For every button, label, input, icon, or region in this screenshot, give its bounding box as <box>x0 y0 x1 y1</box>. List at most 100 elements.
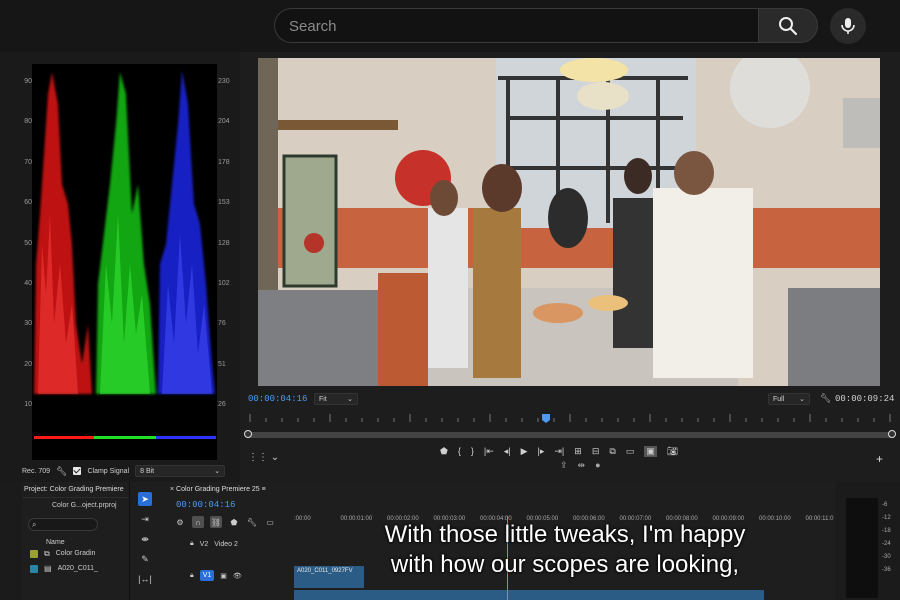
playhead-timecode[interactable]: 00:00:04:16 <box>248 394 307 404</box>
ripple-edit-icon[interactable]: ⇼ <box>138 532 152 546</box>
eye-icon[interactable]: 👁︎ <box>233 572 242 580</box>
timeline-timecode[interactable]: 00:00:04:16 <box>176 500 235 510</box>
search-icon: ⌕ <box>32 520 37 529</box>
name-column-header[interactable]: Name <box>22 531 129 546</box>
subtitle-line: With those little tweaks, I'm happy <box>384 521 746 548</box>
zoom-value: Fit <box>319 395 327 403</box>
scope-scale-label: 50 <box>24 239 32 247</box>
camera-icon[interactable]: 📷︎ <box>667 446 678 457</box>
resolution-value: Full <box>773 395 785 403</box>
bit-depth-value: 8 Bit <box>140 467 155 475</box>
lift-icon[interactable]: ⊞ <box>574 446 582 457</box>
tools-panel: ➤ ⇥ ⇼ ✎ |↔| <box>130 482 160 600</box>
scope-scale-label: 20 <box>24 360 32 368</box>
chevron-down-icon: ⌄ <box>214 468 221 475</box>
premiere-editor: Rec. 709 🔧︎ Clamp Signal 8 Bit ⌄ 90 80 70 60… <box>0 52 900 600</box>
chevron-down-icon: ⌄ <box>347 396 353 403</box>
scope-scale-label: 26 <box>218 401 226 409</box>
linked-selection-icon[interactable]: ⛓ <box>210 516 222 528</box>
marker-icon[interactable]: ⬟ <box>228 516 240 528</box>
duration-timecode: 00:00:09:24 <box>835 394 895 404</box>
meter-scale-label: -30 <box>882 554 891 560</box>
play-icon[interactable]: ▶ <box>521 446 528 457</box>
lock-icon[interactable]: 🔒︎ <box>190 572 194 580</box>
transport-controls-secondary: ⇪ ⇹ ● <box>560 460 601 471</box>
meter-scale-label: -24 <box>882 541 891 547</box>
snap-icon[interactable]: ∩ <box>192 516 204 528</box>
project-item[interactable]: ▤ A020_C011_ <box>22 561 129 576</box>
scope-scale-label: 80 <box>24 118 32 126</box>
settings-grid-icon[interactable]: ⋮⋮ ⌄ <box>248 452 279 463</box>
nest-icon[interactable]: ⚙ <box>174 516 186 528</box>
extract-icon[interactable]: ⊟ <box>592 446 600 457</box>
mark-out-icon[interactable]: } <box>471 446 474 456</box>
monitor-time-ruler[interactable] <box>246 410 894 426</box>
monitor-controls-top: 00:00:04:16 Fit ⌄ Full ⌄ 🔧︎ 00:00:09:24 <box>240 392 900 408</box>
track-label: V2 <box>199 540 209 548</box>
scope-scale-label: 128 <box>218 239 230 247</box>
color-standard-label[interactable]: Rec. 709 <box>22 468 50 475</box>
search-input[interactable] <box>289 17 729 35</box>
mark-in-icon[interactable]: { <box>458 446 461 456</box>
wrench-icon[interactable]: 🔧︎ <box>820 393 831 404</box>
track-header-v1: 🔒︎ V1 ▣ 👁︎ <box>190 570 242 581</box>
chevron-down-icon: ⌄ <box>799 396 805 403</box>
resolution-select[interactable]: Full ⌄ <box>768 393 810 405</box>
razor-icon[interactable]: ✎ <box>138 552 152 566</box>
selection-tool-icon[interactable]: ➤ <box>138 492 152 506</box>
project-tab[interactable]: Project: Color Grading Premiere <box>22 482 129 498</box>
go-to-in-icon[interactable]: |⇤ <box>484 446 494 457</box>
sequence-tab[interactable]: × Color Grading Premiere 25 ≡ <box>160 482 836 498</box>
transport-controls: ⬟ { } |⇤ ◂| ▶ |▸ ⇥| ⊞ ⊟ ⧉ ▭ ▣ 📷︎ <box>440 444 760 458</box>
voice-search-button[interactable] <box>830 8 866 44</box>
program-monitor: 00:00:04:16 Fit ⌄ Full ⌄ 🔧︎ 00:00:09:24 ⬟ … <box>240 52 900 482</box>
search-button[interactable] <box>758 8 818 43</box>
scrub-handle-left[interactable] <box>244 430 252 438</box>
step-back-icon[interactable]: ◂| <box>504 446 511 457</box>
search-box[interactable] <box>274 8 758 43</box>
search-icon <box>779 16 798 35</box>
sequence-icon: ⧉ <box>44 548 50 558</box>
scope-scale-label: 10 <box>24 401 32 409</box>
audio-meter-bar <box>846 498 878 598</box>
compare-icon[interactable]: ⧉ <box>609 446 615 457</box>
project-panel: Project: Color Grading Premiere Color G.… <box>22 482 130 600</box>
slip-icon[interactable]: |↔| <box>138 572 152 586</box>
scope-scale-label: 76 <box>218 320 226 328</box>
proxy-toggle-icon[interactable]: ▣ <box>644 445 657 457</box>
lumetri-scopes-panel: Rec. 709 🔧︎ Clamp Signal 8 Bit ⌄ 90 80 70 60… <box>0 52 240 482</box>
trim-icon[interactable]: ⇹ <box>578 460 586 471</box>
scope-scale-label: 204 <box>218 118 230 126</box>
add-button-icon[interactable]: + <box>876 452 883 466</box>
project-file-name: Color G...oject.prproj <box>52 502 117 509</box>
meter-scale-label: -6 <box>882 502 888 508</box>
add-marker-icon[interactable]: ⬟ <box>440 446 448 457</box>
project-item[interactable]: ⧉ Color Gradin <box>22 546 129 561</box>
project-search-input[interactable]: ⌕ <box>28 518 98 531</box>
captions-icon[interactable]: ▭ <box>264 516 276 528</box>
meter-scale-label: -36 <box>882 567 891 573</box>
step-forward-icon[interactable]: |▸ <box>538 446 545 457</box>
dot-icon[interactable]: ● <box>595 460 600 471</box>
zoom-select[interactable]: Fit ⌄ <box>314 393 358 405</box>
lock-icon[interactable]: 🔒︎ <box>190 540 194 548</box>
track-label[interactable]: V1 <box>199 570 215 581</box>
scrub-handle-right[interactable] <box>888 430 896 438</box>
scope-settings: Rec. 709 🔧︎ Clamp Signal 8 Bit ⌄ <box>0 460 240 482</box>
wrench-icon[interactable]: 🔧︎ <box>246 516 258 528</box>
wrench-icon[interactable]: 🔧︎ <box>56 466 67 477</box>
audio-clip[interactable] <box>294 590 764 600</box>
scope-scale-label: 60 <box>24 199 32 207</box>
timeline-toolbar: ⚙ ∩ ⛓ ⬟ 🔧︎ ▭ <box>174 516 276 528</box>
go-to-out-icon[interactable]: ⇥| <box>554 446 564 457</box>
scope-scale-label: 51 <box>218 360 226 368</box>
meter-scale-label: -12 <box>882 515 891 521</box>
export-frame-icon[interactable]: ⇪ <box>560 460 568 471</box>
safe-margins-icon[interactable]: ▭ <box>626 446 635 457</box>
film-icon[interactable]: ▣ <box>220 572 227 580</box>
scope-scale-label: 70 <box>24 158 32 166</box>
bit-depth-select[interactable]: 8 Bit ⌄ <box>135 465 226 477</box>
clamp-signal-checkbox[interactable] <box>73 467 82 475</box>
track-select-icon[interactable]: ⇥ <box>138 512 152 526</box>
monitor-scrub-bar[interactable] <box>244 430 896 438</box>
